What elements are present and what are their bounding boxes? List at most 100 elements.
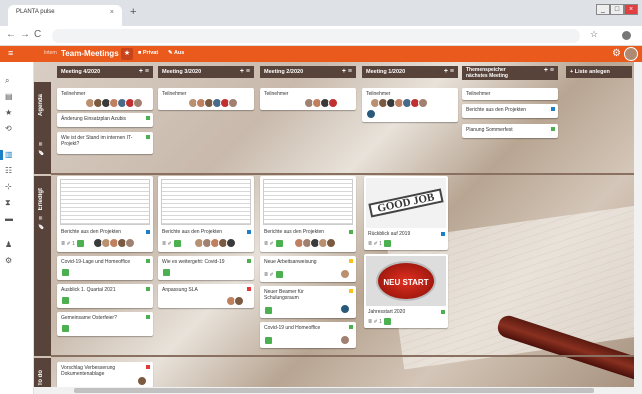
reload-icon[interactable]: C — [34, 29, 41, 40]
card-title: Teilnehmer — [366, 91, 391, 97]
user-avatar[interactable] — [624, 47, 638, 61]
row-label-agenda[interactable]: Agenda ✎ ≡ — [34, 82, 51, 174]
privat-button[interactable]: ■ Privat — [138, 50, 158, 56]
favorite-star-button[interactable]: ★ — [121, 48, 133, 60]
card-title: Wie es weitergeht: Covid-19 — [162, 259, 225, 265]
card-sommerfest[interactable]: Planung Sommerfest — [462, 124, 558, 138]
checklist-icon — [276, 240, 284, 247]
attachment-icon: ≣ ✐ — [264, 240, 274, 247]
user-icon[interactable]: ♟ — [5, 240, 12, 249]
tab-close-icon[interactable]: × — [110, 9, 114, 16]
column-header-themenspeicher[interactable]: Themenspeicher nächstes Meeting + ≡ — [462, 66, 558, 80]
card-teilnehmer[interactable]: Teilnehmer — [362, 88, 458, 122]
card-berichte-projekte[interactable]: Berichte aus den Projekten ≣ ✐ — [260, 176, 356, 252]
card-einsatzplan[interactable]: Änderung Einsatzplan Azubis — [57, 113, 153, 127]
avatar[interactable] — [137, 376, 147, 386]
avatar[interactable] — [226, 238, 236, 248]
document-icon[interactable]: ▤ — [5, 92, 13, 101]
card-covid-lage[interactable]: Covid-19-Lage und Homeoffice — [57, 256, 153, 280]
row-agenda-edit-icon[interactable]: ✎ ≡ — [38, 142, 46, 156]
column-add-menu-icon[interactable]: + ≡ — [544, 67, 554, 74]
avatar[interactable] — [326, 238, 336, 248]
card-dokumentenablage[interactable]: Vorschlag Verbesserung Dokumentenablage — [57, 362, 153, 388]
card-beamer[interactable]: Neuer Beamer für Schulungsraum — [260, 286, 356, 318]
scrollbar-thumb[interactable] — [74, 388, 594, 393]
history-icon[interactable]: ⟲ — [5, 124, 12, 133]
column-header-meeting-1[interactable]: Meeting 1/2020 + ≡ — [362, 66, 458, 78]
avatar[interactable] — [418, 98, 428, 108]
avatar[interactable] — [133, 98, 143, 108]
card-rueckblick[interactable]: GOOD JOB Rückblick auf 2019 ≣ ✐ 1 — [364, 176, 448, 250]
card-teilnehmer[interactable]: Teilnehmer — [462, 88, 558, 100]
browser-tab[interactable]: PLANTA pulse × — [8, 5, 122, 26]
attachment-icon: ≣ ✐ — [162, 240, 172, 247]
card-osterfeier[interactable]: Gemeinsame Osterfeier? — [57, 312, 153, 336]
status-flag — [441, 232, 445, 236]
avatar[interactable] — [340, 304, 350, 314]
hourglass-icon[interactable]: ⧗ — [5, 198, 11, 208]
avatar-group — [294, 238, 336, 248]
column-add-menu-icon[interactable]: + ≡ — [139, 68, 149, 75]
card-berichte-projekte[interactable]: Berichte aus den Projekten ≣ ✐ — [158, 176, 254, 252]
avatar[interactable] — [328, 98, 338, 108]
card-sla[interactable]: Anpassung SLA — [158, 284, 254, 308]
aus-button[interactable]: ✎ Aus — [168, 50, 184, 56]
card-covid-homeoffice[interactable]: Covid-19 und Homeoffice — [260, 322, 356, 348]
bookmark-star-icon[interactable]: ☆ — [590, 29, 598, 40]
card-it-projekt[interactable]: Wie ist der Stand im internen IT-Projekt… — [57, 132, 153, 154]
address-bar[interactable] — [52, 29, 580, 43]
card-jahresstart[interactable]: NEU START Jahresstart 2020 ≣ ✐ 1 — [364, 254, 448, 328]
avatar[interactable] — [234, 296, 244, 306]
avatar[interactable] — [125, 238, 135, 248]
horizontal-scrollbar[interactable] — [34, 387, 634, 394]
column-add-menu-icon[interactable]: + ≡ — [342, 68, 352, 75]
aus-label: Aus — [173, 50, 185, 56]
board-icon[interactable]: ▥ — [5, 150, 13, 159]
column-header-meeting-3[interactable]: Meeting 3/2020 + ≡ — [158, 66, 254, 78]
card-teilnehmer[interactable]: Teilnehmer — [158, 88, 254, 110]
column-add-menu-icon[interactable]: + ≡ — [240, 68, 250, 75]
card-ausblick[interactable]: Ausblick 1. Quartal 2021 — [57, 284, 153, 308]
archive-icon[interactable]: ▬ — [5, 214, 13, 223]
maximize-button[interactable]: □ — [610, 4, 624, 15]
network-icon[interactable]: ⊹ — [5, 182, 12, 191]
attachment-count: 1 — [72, 240, 75, 247]
checklist-icon — [265, 307, 272, 314]
settings-icon[interactable]: ⚙ — [612, 48, 621, 59]
avatar[interactable] — [228, 98, 238, 108]
card-teilnehmer[interactable]: Teilnehmer — [57, 88, 153, 110]
back-icon[interactable]: ← — [6, 29, 16, 40]
add-list-button[interactable]: + Liste anlegen — [566, 66, 632, 78]
minimize-button[interactable]: _ — [596, 4, 610, 15]
status-flag — [247, 230, 251, 234]
card-covid-weiter[interactable]: Wie es weitergeht: Covid-19 — [158, 256, 254, 280]
breadcrumb[interactable]: Intern — [44, 50, 57, 56]
menu-icon[interactable]: ≡ — [8, 48, 13, 58]
card-arbeitsanweisung[interactable]: Neue Arbeitsanweisung ≣ ✐ — [260, 256, 356, 282]
column-header-meeting-4[interactable]: Meeting 4/2020 + ≡ — [57, 66, 153, 78]
favorites-icon[interactable]: ★ — [5, 108, 12, 117]
row-label-erledigt[interactable]: Erledigt ✎ ≡ — [34, 176, 51, 356]
vertical-scrollbar[interactable] — [634, 62, 642, 394]
card-berichte[interactable]: Berichte aus den Projekten — [462, 104, 558, 118]
avatar-group — [340, 269, 350, 279]
card-meta: ≣ ✐ 1 — [368, 318, 392, 325]
card-title: Vorschlag Verbesserung Dokumentenablage — [61, 365, 116, 377]
card-teilnehmer[interactable]: Teilnehmer — [260, 88, 356, 110]
avatar[interactable] — [340, 269, 350, 279]
card-title: Teilnehmer — [162, 91, 187, 97]
search-icon[interactable]: ⌕ — [5, 76, 9, 86]
team-icon[interactable]: ☷ — [5, 166, 12, 175]
column-add-menu-icon[interactable]: + ≡ — [444, 68, 454, 75]
close-window-button[interactable]: × — [624, 4, 638, 15]
gear-icon[interactable]: ⚙ — [5, 256, 12, 265]
avatar[interactable] — [340, 335, 350, 345]
new-tab-button[interactable]: + — [130, 6, 136, 18]
card-berichte-projekte[interactable]: Berichte aus den Projekten ≣ ✐ 1 — [57, 176, 153, 252]
row-erledigt-edit-icon[interactable]: ✎ ≡ — [38, 216, 46, 230]
privat-icon: ■ — [138, 50, 142, 56]
browser-account-icon[interactable] — [622, 31, 631, 40]
avatar[interactable] — [366, 109, 376, 119]
forward-icon[interactable]: → — [20, 29, 30, 40]
column-header-meeting-2[interactable]: Meeting 2/2020 + ≡ — [260, 66, 356, 78]
